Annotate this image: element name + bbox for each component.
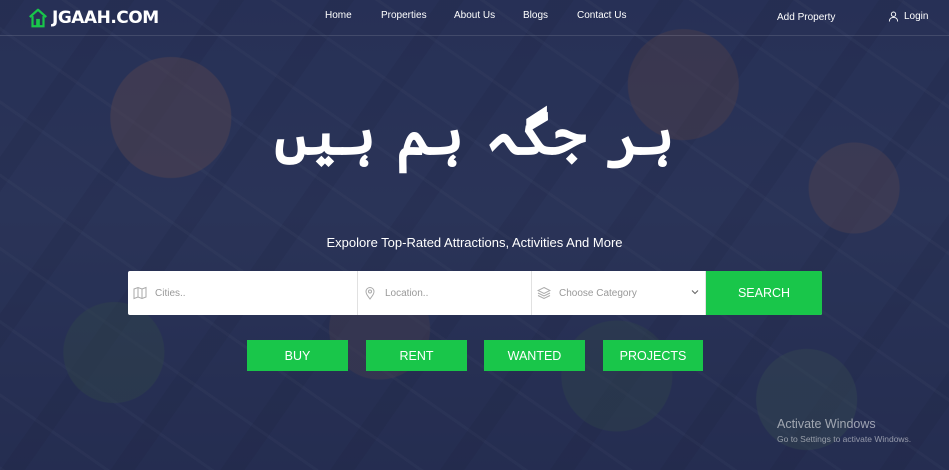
- city-field[interactable]: Cities..: [128, 271, 358, 315]
- nav-contact-us[interactable]: Contact Us: [577, 10, 626, 21]
- buy-button[interactable]: BUY: [247, 340, 348, 371]
- projects-button[interactable]: PROJECTS: [603, 340, 703, 371]
- hero-subtitle: Expolore Top-Rated Attractions, Activiti…: [326, 235, 623, 250]
- nav-home[interactable]: Home: [325, 10, 352, 21]
- location-field[interactable]: Location..: [358, 271, 532, 315]
- login-link[interactable]: Login: [888, 11, 928, 22]
- windows-activation-subtitle: Go to Settings to activate Windows.: [777, 434, 912, 444]
- nav-properties[interactable]: Properties: [381, 10, 427, 21]
- search-button[interactable]: SEARCH: [706, 271, 822, 315]
- location-placeholder: Location..: [385, 287, 429, 299]
- rent-button[interactable]: RENT: [366, 340, 467, 371]
- main-nav: Home Properties About Us Blogs Contact U…: [0, 10, 949, 24]
- add-property-link[interactable]: Add Property: [777, 12, 835, 23]
- category-select[interactable]: Choose Category: [532, 271, 706, 315]
- city-placeholder: Cities..: [155, 287, 186, 299]
- site-header: JGAAH.COM Home Properties About Us Blogs…: [0, 0, 949, 36]
- layers-icon: [537, 286, 551, 300]
- nav-blogs[interactable]: Blogs: [523, 10, 548, 21]
- wanted-button[interactable]: WANTED: [484, 340, 585, 371]
- property-search-form: Cities.. Location.. Choose Category SEAR…: [128, 271, 822, 315]
- category-value: Choose Category: [559, 287, 637, 299]
- map-icon: [133, 286, 147, 300]
- chevron-down-icon: [691, 290, 699, 295]
- nav-about-us[interactable]: About Us: [454, 10, 495, 21]
- login-label: Login: [904, 11, 929, 22]
- user-icon: [888, 11, 899, 22]
- windows-activation-title: Activate Windows: [777, 417, 876, 431]
- hero-tagline: ہر جگہ ہم ہیں: [274, 100, 675, 168]
- pin-icon: [365, 287, 375, 300]
